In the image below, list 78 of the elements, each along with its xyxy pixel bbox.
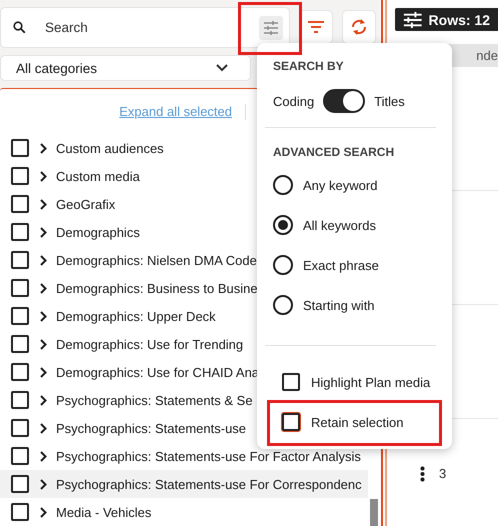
checkbox[interactable]	[11, 279, 29, 297]
refresh-button[interactable]	[342, 10, 376, 44]
chevron-right-icon	[40, 450, 47, 462]
chevron-right-icon	[40, 226, 47, 238]
category-label: Custom audiences	[56, 140, 164, 156]
checkbox[interactable]	[11, 167, 29, 185]
search-field[interactable]: Search	[0, 7, 290, 48]
checkbox[interactable]	[11, 419, 29, 437]
column-header: nde	[476, 48, 498, 63]
chevron-right-icon	[40, 282, 47, 294]
checkbox[interactable]	[11, 475, 29, 493]
sliders-icon	[263, 20, 279, 34]
checkbox[interactable]	[11, 195, 29, 213]
checkbox[interactable]	[11, 251, 29, 269]
chevron-right-icon	[40, 366, 47, 378]
checkbox[interactable]	[282, 413, 300, 431]
category-label: Demographics: Nielsen DMA Code	[56, 252, 257, 268]
radio-button[interactable]	[273, 295, 293, 315]
chevron-right-icon	[40, 310, 47, 322]
checkbox[interactable]	[11, 307, 29, 325]
category-label: Demographics: Business to Busine	[56, 280, 258, 296]
highlight-frame	[238, 2, 302, 55]
section-heading: ADVANCED SEARCH	[273, 145, 396, 159]
filter-icon	[307, 20, 325, 34]
radio-label: Any keyword	[303, 178, 378, 192]
checkbox[interactable]	[11, 447, 29, 465]
refresh-icon	[350, 17, 368, 37]
chevron-right-icon	[40, 506, 47, 518]
category-select[interactable]: All categories	[0, 55, 251, 81]
more-vertical-icon[interactable]	[420, 466, 425, 482]
category-label: GeoGrafix	[56, 196, 116, 212]
checkbox[interactable]	[282, 373, 300, 391]
chevron-down-icon	[216, 64, 228, 72]
category-label: Psychographics: Statements & Se	[56, 392, 253, 408]
category-item[interactable]: Psychographics: Statements-use For Correspondenc	[0, 470, 368, 498]
checkbox[interactable]	[11, 139, 29, 157]
radio-label: Starting with	[303, 298, 375, 312]
category-label: Psychographics: Statements-use	[56, 420, 246, 436]
category-label: Demographics	[56, 224, 140, 240]
category-label: Demographics: Use for Trending	[56, 336, 244, 352]
radio-label: Exact phrase	[303, 258, 379, 272]
category-label: Psychographics: Statements-use For Factor Analysis	[56, 448, 361, 464]
category-label: Demographics: Upper Deck	[56, 308, 216, 324]
search-icon	[13, 21, 26, 34]
checkbox[interactable]	[11, 503, 29, 521]
toggle-label: Titles	[374, 94, 405, 108]
radio-button[interactable]	[273, 215, 293, 235]
checkbox[interactable]	[11, 335, 29, 353]
sliders-button[interactable]	[259, 16, 283, 40]
checkbox[interactable]	[11, 363, 29, 381]
chevron-right-icon	[40, 170, 47, 182]
checkbox[interactable]	[11, 223, 29, 241]
chevron-right-icon	[40, 142, 47, 154]
radio-button[interactable]	[273, 255, 293, 275]
category-label: Custom media	[56, 168, 140, 184]
category-item[interactable]: Demographics: Use for Trending	[0, 330, 368, 358]
chevron-right-icon	[40, 338, 47, 350]
checkbox-label: Highlight Plan media	[311, 374, 430, 390]
row-count: 3	[439, 466, 446, 481]
checkbox-label: Retain selection	[311, 414, 404, 430]
chevron-right-icon	[40, 254, 47, 266]
toggle-label: Coding	[273, 94, 314, 108]
chevron-right-icon	[40, 422, 47, 434]
rows-button[interactable]: Rows: 12	[395, 8, 498, 31]
category-item[interactable]: Media - Vehicles	[0, 498, 368, 526]
search-input[interactable]: Search	[43, 19, 259, 36]
checkbox[interactable]	[11, 391, 29, 409]
radio-button[interactable]	[273, 175, 293, 195]
chevron-right-icon	[40, 478, 47, 490]
radio-label: All keywords	[303, 218, 376, 232]
toggle-switch[interactable]	[323, 89, 366, 113]
category-label: Psychographics: Statements-use For Correspondenc	[56, 476, 362, 492]
category-item[interactable]: Psychographics: Statements-use For Factor Analysis	[0, 442, 368, 470]
category-label: Media - Vehicles	[56, 504, 152, 520]
section-heading: SEARCH BY	[273, 59, 345, 73]
chevron-right-icon	[40, 198, 47, 210]
sliders-icon	[403, 10, 423, 28]
chevron-right-icon	[40, 394, 47, 406]
